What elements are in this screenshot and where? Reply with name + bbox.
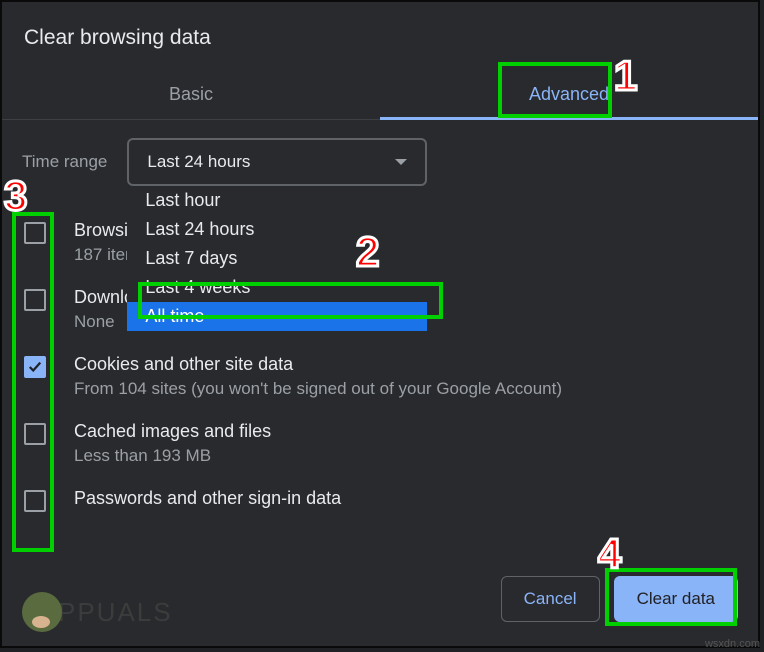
item-text: Cached images and files Less than 193 MB	[74, 421, 738, 466]
tabs: Basic Advanced	[2, 70, 758, 120]
item-sub: Less than 193 MB	[74, 446, 738, 466]
chevron-down-icon	[395, 159, 407, 165]
appuals-icon	[22, 592, 62, 632]
item-cached: Cached images and files Less than 193 MB	[2, 411, 758, 478]
clear-data-button[interactable]: Clear data	[614, 576, 738, 622]
check-icon	[28, 360, 42, 374]
item-title: Passwords and other sign-in data	[74, 488, 738, 509]
dropdown-option-last-hour[interactable]: Last hour	[127, 186, 427, 215]
watermark-text: PPUALS	[58, 597, 173, 628]
item-text: Cookies and other site data From 104 sit…	[74, 354, 738, 399]
checkbox-download-history[interactable]	[24, 289, 46, 311]
checkbox-passwords[interactable]	[24, 490, 46, 512]
time-range-dropdown: Last hour Last 24 hours Last 7 days Last…	[127, 186, 427, 331]
item-title: Cached images and files	[74, 421, 738, 442]
watermark-logo: PPUALS	[22, 592, 173, 632]
tab-advanced[interactable]: Advanced	[380, 70, 758, 119]
time-range-select-wrapper: Last 24 hours Last hour Last 24 hours La…	[127, 138, 427, 186]
clear-browsing-data-dialog: Clear browsing data Basic Advanced Time …	[0, 0, 760, 648]
item-sub: From 104 sites (you won't be signed out …	[74, 379, 738, 399]
dropdown-option-last-24-hours[interactable]: Last 24 hours	[127, 215, 427, 244]
dropdown-option-last-7-days[interactable]: Last 7 days	[127, 244, 427, 273]
corner-watermark: wsxdn.com	[705, 638, 760, 650]
item-title: Cookies and other site data	[74, 354, 738, 375]
time-range-label: Time range	[22, 152, 107, 172]
checkbox-cookies[interactable]	[24, 356, 46, 378]
dropdown-option-all-time[interactable]: All time	[127, 302, 427, 331]
checkbox-browsing-history[interactable]	[24, 222, 46, 244]
item-cookies: Cookies and other site data From 104 sit…	[2, 344, 758, 411]
content-area: Time range Last 24 hours Last hour Last …	[2, 120, 758, 558]
cancel-button[interactable]: Cancel	[501, 576, 600, 622]
item-text: Passwords and other sign-in data	[74, 488, 738, 513]
time-range-row: Time range Last 24 hours Last hour Last …	[2, 120, 758, 204]
dialog-title: Clear browsing data	[2, 2, 758, 50]
time-range-select[interactable]: Last 24 hours	[127, 138, 427, 186]
checkbox-cached[interactable]	[24, 423, 46, 445]
dropdown-option-last-4-weeks[interactable]: Last 4 weeks	[127, 273, 427, 302]
tab-basic[interactable]: Basic	[2, 70, 380, 119]
item-passwords: Passwords and other sign-in data	[2, 478, 758, 525]
time-range-selected-value: Last 24 hours	[147, 152, 250, 172]
